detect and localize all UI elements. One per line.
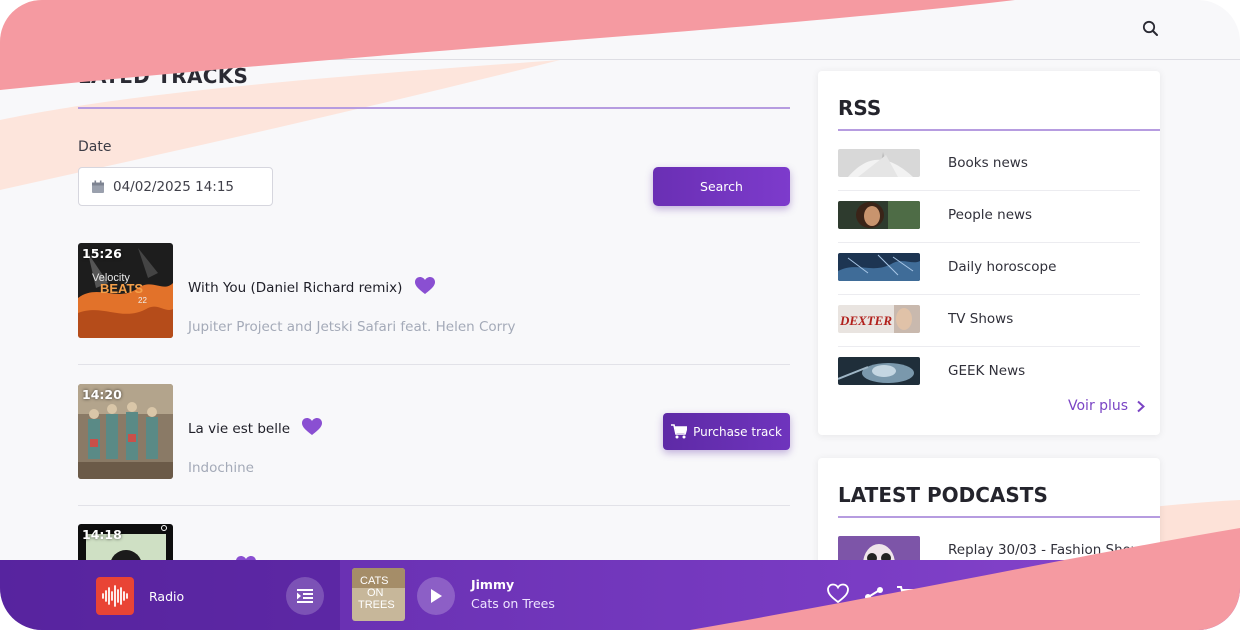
track-artist[interactable]: Jupiter Project and Jetski Safari feat. … <box>188 319 516 335</box>
voir-plus-label: Voir plus <box>1068 398 1129 414</box>
svg-text:DEXTER: DEXTER <box>839 313 892 328</box>
books-thumbnail <box>838 149 920 177</box>
rss-item-horoscope[interactable]: Daily horoscope <box>838 253 1140 305</box>
svg-text:BEATS: BEATS <box>100 281 143 296</box>
app-frame: LATED TRACKS Date 04/02/2025 14:15 Searc… <box>0 0 1240 630</box>
svg-text:CATS: CATS <box>360 575 389 587</box>
bottom-player: Radio CATS ON TREES Jimmy Cats on Trees <box>0 560 1240 630</box>
cart-icon[interactable] <box>896 584 920 608</box>
track-divider <box>78 364 790 365</box>
track-time: 14:20 <box>82 387 122 402</box>
track-divider <box>78 505 790 506</box>
svg-text:ON: ON <box>367 587 384 599</box>
track-item[interactable]: 14:20 La vie est belle Indochine Purchas… <box>78 384 790 480</box>
search-icon[interactable] <box>1140 18 1162 40</box>
rss-item-books[interactable]: Books news <box>838 149 1140 201</box>
svg-text:TREES: TREES <box>358 599 395 611</box>
podcasts-title: LATEST PODCASTS <box>838 483 1048 507</box>
track-title: With You (Daniel Richard remix) <box>188 277 435 296</box>
now-playing-cover[interactable]: CATS ON TREES <box>352 568 405 621</box>
calendar-icon <box>92 180 104 193</box>
track-item[interactable]: Velocity BEATS 22 15:26 With You (Daniel… <box>78 243 790 339</box>
radio-logo[interactable] <box>96 577 134 615</box>
rss-item-label: People news <box>948 207 1033 223</box>
track-title-text: La vie est belle <box>188 421 291 437</box>
play-icon <box>431 589 442 603</box>
section-title: LATED TRACKS <box>78 64 249 88</box>
podcasts-title-underline <box>838 516 1160 518</box>
rss-item-tv-shows[interactable]: DEXTER TV Shows <box>838 305 1140 357</box>
track-title-text: With You (Daniel Richard remix) <box>188 280 403 296</box>
voir-plus-link[interactable]: Voir plus <box>1068 398 1146 414</box>
track-cover[interactable]: 14:20 <box>78 384 173 479</box>
track-artist[interactable]: Indochine <box>188 460 254 476</box>
heart-icon[interactable] <box>414 277 435 295</box>
play-button[interactable] <box>417 577 455 615</box>
rss-card: RSS Books news People news Daily horosco… <box>818 71 1160 435</box>
purchase-track-label: Purchase track <box>693 424 782 439</box>
section-title-underline <box>78 107 790 109</box>
rss-item-label: TV Shows <box>948 311 1014 327</box>
rss-title-underline <box>838 129 1160 131</box>
date-label: Date <box>78 139 112 155</box>
track-cover[interactable]: Velocity BEATS 22 15:26 <box>78 243 173 338</box>
geek-thumbnail <box>838 357 920 385</box>
rss-divider <box>838 294 1140 295</box>
heart-icon[interactable] <box>302 418 323 436</box>
rss-item-people[interactable]: People news <box>838 201 1140 253</box>
chevron-right-icon <box>1137 400 1146 412</box>
date-value: 04/02/2025 14:15 <box>113 178 235 195</box>
now-playing-title: Jimmy <box>471 577 515 592</box>
track-time: 15:26 <box>82 246 122 261</box>
share-icon[interactable] <box>862 585 886 609</box>
svg-text:22: 22 <box>138 296 147 305</box>
date-input[interactable]: 04/02/2025 14:15 <box>78 167 273 206</box>
queue-button[interactable] <box>286 577 324 615</box>
cart-icon <box>671 424 688 439</box>
horoscope-thumbnail <box>838 253 920 281</box>
top-header-bar <box>0 0 1240 60</box>
station-label: Radio <box>149 589 185 604</box>
track-time: 14:18 <box>82 527 122 542</box>
tv-shows-thumbnail: DEXTER <box>838 305 920 333</box>
rss-item-label: Books news <box>948 155 1028 171</box>
track-title: La vie est belle <box>188 418 323 437</box>
rss-divider <box>838 346 1140 347</box>
rss-item-label: Daily horoscope <box>948 259 1057 275</box>
purchase-track-button[interactable]: Purchase track <box>663 413 790 450</box>
search-button[interactable]: Search <box>653 167 790 206</box>
rss-divider <box>838 242 1140 243</box>
people-thumbnail <box>838 201 920 229</box>
now-playing-artist: Cats on Trees <box>471 596 555 611</box>
heart-outline-icon[interactable] <box>826 582 850 606</box>
rss-divider <box>838 190 1140 191</box>
waveform-icon <box>102 585 128 607</box>
podcast-label: Replay 30/03 - Fashion Show <box>948 542 1142 558</box>
list-indent-icon <box>297 589 313 603</box>
rss-title: RSS <box>838 96 882 120</box>
rss-item-label: GEEK News <box>948 363 1026 379</box>
